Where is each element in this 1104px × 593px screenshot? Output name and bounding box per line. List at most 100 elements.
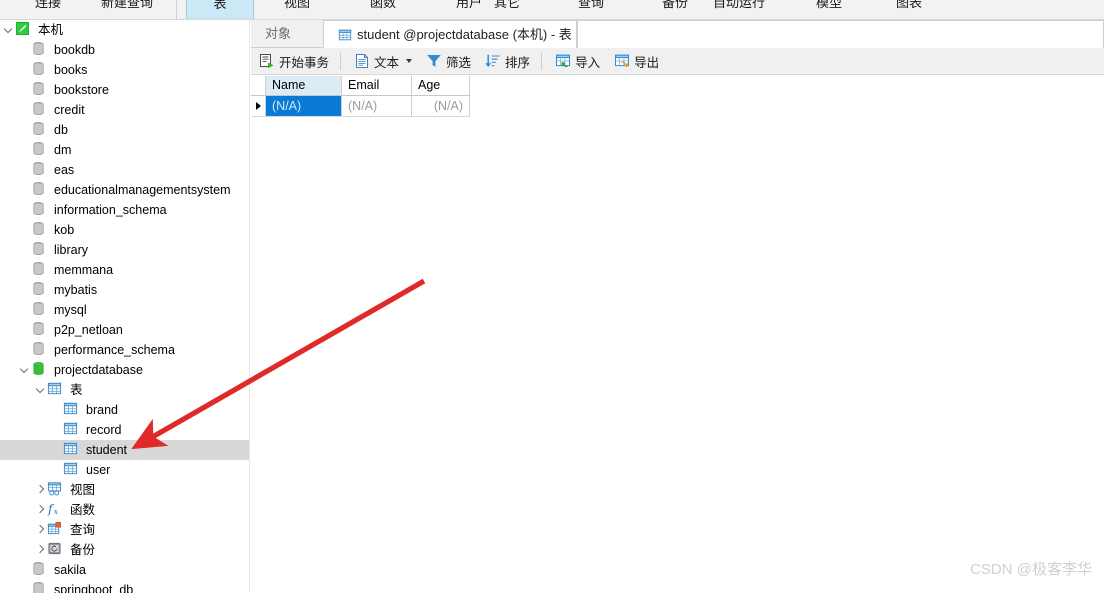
menu-item-6[interactable]: 其它 xyxy=(478,0,536,19)
table-icon xyxy=(63,461,81,479)
object-tree-sidebar[interactable]: 本机 bookdb books bookstore credit db dm eas educa… xyxy=(0,20,250,593)
tree-item-brand[interactable]: brand xyxy=(0,400,249,420)
menu-item-label: 图表 xyxy=(895,0,922,10)
tree-item-[interactable]: 本机 xyxy=(0,20,249,40)
tree-item-record[interactable]: record xyxy=(0,420,249,440)
tree-item-db[interactable]: db xyxy=(0,120,249,140)
tree-item-projectdatabase[interactable]: projectdatabase xyxy=(0,360,249,380)
main-content-panel: 对象 student @projectdatabase (本机) - 表 开始事务… xyxy=(251,20,1104,593)
tree-item-label: mybatis xyxy=(54,283,98,297)
table-icon xyxy=(338,28,352,42)
tree-item-student[interactable]: student xyxy=(0,440,249,460)
tree-item-credit[interactable]: credit xyxy=(0,100,249,120)
toolbar-button-2[interactable]: 文本 xyxy=(348,50,418,73)
csdn-watermark: CSDN @极客李华 xyxy=(970,561,1092,578)
toolbar-button-7[interactable]: 导出 xyxy=(608,50,665,73)
column-header-name[interactable]: Name xyxy=(266,76,342,96)
editor-tab-1[interactable]: student @projectdatabase (本机) - 表 xyxy=(323,20,577,49)
table-row[interactable]: (N/A) (N/A) (N/A) xyxy=(251,96,470,117)
sort-icon xyxy=(485,53,501,69)
editor-tabstrip: 对象 student @projectdatabase (本机) - 表 xyxy=(251,20,1104,49)
tree-item-memmana[interactable]: memmana xyxy=(0,260,249,280)
database-icon xyxy=(31,121,49,139)
menu-item-0[interactable]: 连接 xyxy=(18,0,78,19)
cell-age[interactable]: (N/A) xyxy=(412,96,470,117)
tree-item-kob[interactable]: kob xyxy=(0,220,249,240)
menu-item-4[interactable]: 函数 xyxy=(354,0,412,19)
tree-item-[interactable]: f x 函数 xyxy=(0,500,249,520)
menu-item-3[interactable]: 视图 xyxy=(268,0,326,19)
data-grid[interactable]: Name Email Age (N/A) (N/A) (N/A) xyxy=(251,76,470,117)
menu-item-label: 其它 xyxy=(493,0,520,10)
tree-item-[interactable]: 备份 xyxy=(0,540,249,560)
tree-item-user[interactable]: user xyxy=(0,460,249,480)
chevron-right-icon[interactable] xyxy=(34,500,47,520)
tree-item-mybatis[interactable]: mybatis xyxy=(0,280,249,300)
menu-item-10[interactable]: 模型 xyxy=(800,0,858,19)
tree-item-dm[interactable]: dm xyxy=(0,140,249,160)
menu-item-11[interactable]: 图表 xyxy=(880,0,938,19)
tree-item-eas[interactable]: eas xyxy=(0,160,249,180)
tree-item-[interactable]: 视图 xyxy=(0,480,249,500)
chevron-right-icon[interactable] xyxy=(34,480,47,500)
row-current-indicator[interactable] xyxy=(251,96,266,117)
tree-item-bookdb[interactable]: bookdb xyxy=(0,40,249,60)
cell-name[interactable]: (N/A) xyxy=(266,96,342,117)
chevron-right-icon[interactable] xyxy=(34,540,47,560)
main-menubar: 连接 新建查询表视图 函数 用户 其它 查询 备份 自动运行 模型 图表 xyxy=(0,0,1104,20)
tree-item-library[interactable]: library xyxy=(0,240,249,260)
chevron-down-icon[interactable] xyxy=(406,59,413,63)
chevron-right-icon[interactable] xyxy=(34,520,47,540)
tree-item-bookstore[interactable]: bookstore xyxy=(0,80,249,100)
menu-item-2[interactable]: 表 xyxy=(186,0,254,19)
toolbar-button-0[interactable]: 开始事务 xyxy=(253,50,335,73)
toolbar-button-4[interactable]: 排序 xyxy=(479,50,536,73)
import-icon xyxy=(555,53,571,69)
column-header-age[interactable]: Age xyxy=(412,76,470,96)
toolbar-button-6[interactable]: 导入 xyxy=(549,50,606,73)
cell-email[interactable]: (N/A) xyxy=(342,96,412,117)
tree-item-mysql[interactable]: mysql xyxy=(0,300,249,320)
tree-item-p2p_netloan[interactable]: p2p_netloan xyxy=(0,320,249,340)
chevron-down-icon[interactable] xyxy=(18,360,31,380)
menu-item-8[interactable]: 备份 xyxy=(646,0,704,19)
grid-toolbar: 开始事务 文本 筛选 排序 导入 导出 xyxy=(251,48,1104,75)
database-icon xyxy=(31,181,49,199)
tree-item-performance_schema[interactable]: performance_schema xyxy=(0,340,249,360)
menu-item-9[interactable]: 自动运行 xyxy=(700,0,778,19)
editor-tab-0[interactable]: 对象 xyxy=(251,20,323,48)
toolbar-button-3[interactable]: 筛选 xyxy=(420,50,477,73)
chevron-down-icon[interactable] xyxy=(2,20,15,40)
database-icon xyxy=(31,201,49,219)
tree-item-springboot_db[interactable]: springboot_db xyxy=(0,580,249,593)
column-header-email[interactable]: Email xyxy=(342,76,412,96)
tree-item-[interactable]: 表 xyxy=(0,380,249,400)
database-icon xyxy=(31,141,49,159)
chevron-down-icon[interactable] xyxy=(34,380,47,400)
tree-item-books[interactable]: books xyxy=(0,60,249,80)
menu-item-7[interactable]: 查询 xyxy=(562,0,620,19)
toolbar-button-label: 导出 xyxy=(634,55,660,70)
tree-item-educationalmanagementsystem[interactable]: educationalmanagementsystem xyxy=(0,180,249,200)
tree-item-information_schema[interactable]: information_schema xyxy=(0,200,249,220)
tree-item-[interactable]: 查询 xyxy=(0,520,249,540)
backup-icon xyxy=(47,541,65,559)
function-icon: fx xyxy=(47,501,65,519)
database-icon xyxy=(31,61,49,79)
grid-header-row: Name Email Age xyxy=(251,76,470,96)
tree-item-sakila[interactable]: sakila xyxy=(0,560,249,580)
menu-item-1[interactable]: 新建查询 xyxy=(88,0,166,19)
